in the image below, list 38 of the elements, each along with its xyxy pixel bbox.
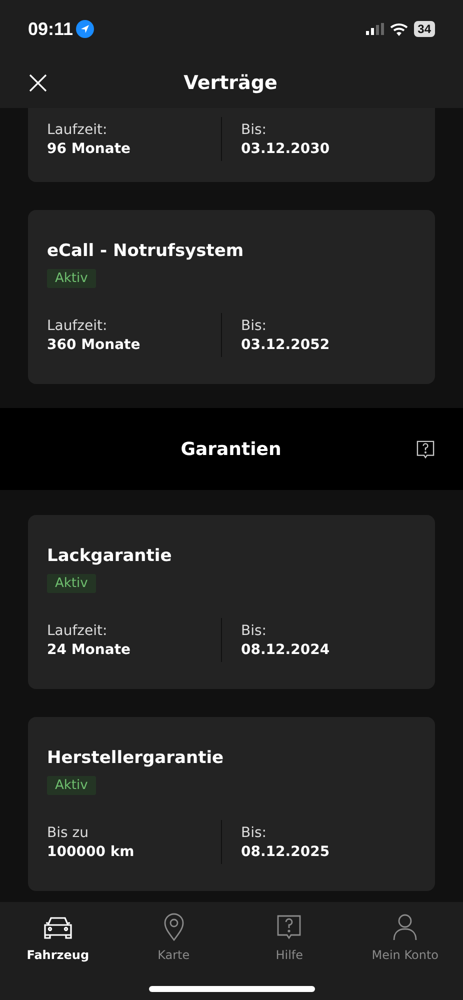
- field-value: 08.12.2024: [241, 642, 331, 658]
- tab[interactable]: Hilfe: [232, 912, 348, 962]
- status-badge: Aktiv: [47, 776, 96, 795]
- field-label: Bis:: [241, 122, 268, 138]
- field-label: Bis:: [241, 318, 268, 334]
- tab[interactable]: Fahrzeug: [0, 912, 116, 962]
- help-icon[interactable]: [416, 440, 435, 458]
- field-value: 03.12.2030: [241, 140, 331, 156]
- person-icon: [393, 913, 418, 941]
- field-label: Bis:: [241, 622, 268, 638]
- card-title: eCall - Notrufsystem: [47, 240, 245, 263]
- card-title: Herstellergarantie: [47, 747, 225, 770]
- field-label: Laufzeit:: [47, 122, 108, 138]
- signal-icon: [366, 23, 384, 35]
- battery-level: 34: [414, 21, 435, 37]
- field-label: Bis zu: [47, 824, 90, 840]
- field-value: 08.12.2025: [241, 844, 331, 860]
- field-label: Bis:: [241, 824, 268, 840]
- section-title: Garantien: [180, 438, 282, 460]
- car-icon: [42, 915, 73, 939]
- wifi-icon: [390, 22, 408, 36]
- tab[interactable]: Mein Konto: [347, 912, 463, 962]
- page-title: Verträge: [182, 72, 278, 94]
- field-value: 24 Monate: [47, 642, 132, 658]
- location-pin-icon: [162, 913, 185, 941]
- tab[interactable]: Karte: [116, 912, 232, 962]
- field-label: Laufzeit:: [47, 622, 108, 638]
- status-badge: Aktiv: [47, 574, 96, 593]
- field-value: 96 Monate: [47, 140, 132, 156]
- field-label: Laufzeit:: [47, 318, 108, 334]
- card-title: Lackgarantie: [47, 545, 173, 568]
- field-value: 03.12.2052: [241, 336, 331, 352]
- clock: 09:11: [28, 18, 74, 40]
- close-icon[interactable]: [28, 73, 48, 93]
- field-value: 100000 km: [47, 844, 136, 860]
- field-value: 360 Monate: [47, 336, 142, 352]
- status-badge: Aktiv: [47, 269, 96, 288]
- help-icon: [276, 914, 302, 940]
